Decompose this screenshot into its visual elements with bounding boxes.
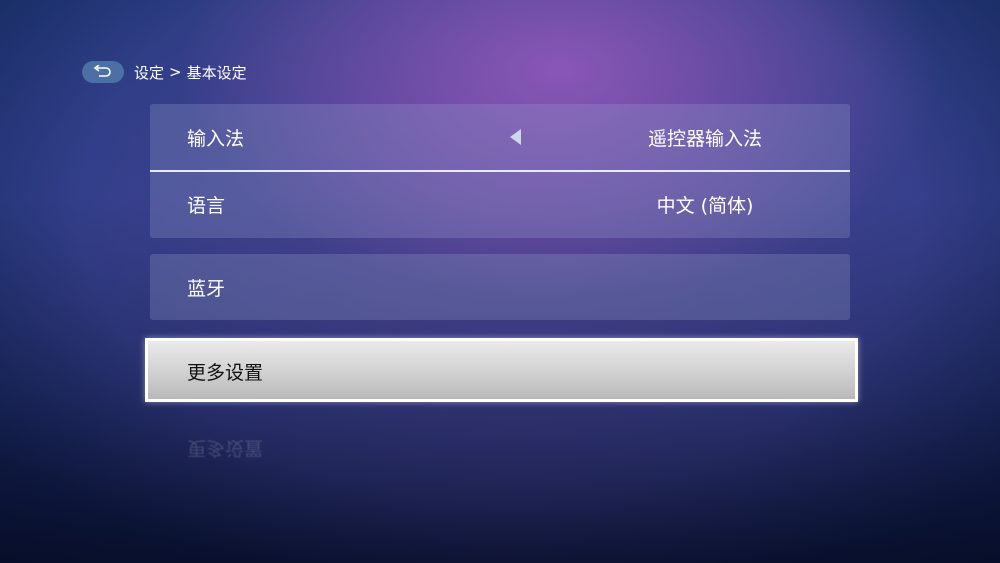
breadcrumb-separator: > — [169, 63, 182, 81]
settings-group-input-language: 输入法 遥控器输入法 语言 中文 (简体) — [150, 104, 850, 238]
breadcrumb-parent[interactable]: 设定 — [134, 62, 164, 83]
setting-label-input-method: 输入法 — [187, 127, 245, 150]
back-button[interactable] — [82, 61, 124, 83]
setting-row-more-settings[interactable]: 更多设置 — [145, 338, 858, 402]
header-bar: 设定 > 基本设定 — [82, 60, 247, 84]
setting-value-input-method: 遥控器输入法 — [647, 127, 762, 150]
arrow-left-icon[interactable] — [510, 129, 521, 145]
breadcrumb: 设定 > 基本设定 — [134, 62, 247, 83]
setting-row-bluetooth[interactable]: 蓝牙 — [150, 254, 850, 320]
setting-label-more-settings: 更多设置 — [187, 362, 264, 384]
return-arrow-icon — [93, 65, 111, 77]
setting-label-language: 语言 — [187, 195, 226, 217]
setting-row-language[interactable]: 语言 中文 (简体) — [150, 172, 850, 238]
settings-group-bluetooth: 蓝牙 — [150, 254, 850, 320]
setting-value-language: 中文 (简体) — [656, 195, 754, 217]
more-settings-reflection: 更多设置 — [187, 437, 264, 459]
setting-row-input-method[interactable]: 输入法 遥控器输入法 — [150, 104, 850, 170]
setting-label-bluetooth: 蓝牙 — [187, 277, 226, 300]
breadcrumb-current: 基本设定 — [186, 63, 247, 82]
